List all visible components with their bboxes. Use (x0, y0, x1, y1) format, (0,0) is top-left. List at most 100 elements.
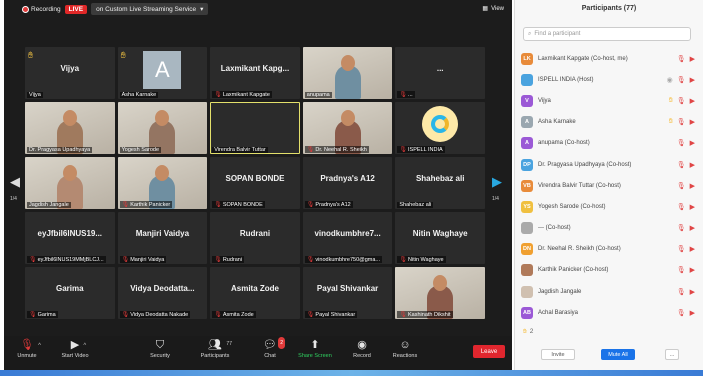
video-tile[interactable]: Rudrani 🎙︎ Rudrani (210, 212, 300, 264)
unmute-button[interactable]: 🎙︎ ^ Unmute (6, 339, 48, 359)
video-tile[interactable]: Jagdish Jangale (25, 157, 115, 209)
tile-name: Pradnya's A12 (320, 173, 375, 183)
video-off-icon[interactable]: ▶︎ (690, 76, 695, 84)
tile-label: 🎙︎ Manjiri Vaidya (119, 256, 167, 263)
view-button[interactable]: ▦ View (482, 5, 504, 13)
meeting-window: Recording LIVE on Custom Live Streaming … (4, 0, 512, 370)
participant-status-icons: 🎙︎ ▶︎ (677, 182, 695, 190)
participant-row[interactable]: A Asha Karnake ✋︎ 🎙︎ ▶︎ (521, 112, 701, 133)
video-tile[interactable]: Pradnya's A12 🎙︎ Pradnya's A12 (302, 157, 393, 209)
mic-muted-icon[interactable]: 🎙︎ (677, 224, 686, 232)
video-off-icon[interactable]: ▶︎ (690, 55, 695, 63)
video-off-icon[interactable]: ▶︎ (690, 182, 695, 190)
participant-row[interactable]: VB Virendra Balvir Tuttar (Co-host) 🎙︎ ▶︎ (521, 175, 701, 196)
participant-row[interactable]: V Vijya ✋︎ 🎙︎ ▶︎ (521, 90, 701, 111)
video-off-icon[interactable]: ▶︎ (690, 118, 695, 126)
more-options-button[interactable]: ... (665, 349, 679, 360)
video-tile[interactable]: A ✋︎ Asha Karnake (117, 47, 208, 99)
share-screen-button[interactable]: ⬆ Share Screen (294, 339, 336, 359)
start-video-button[interactable]: ▶︎ ^ Start Video (54, 339, 96, 359)
mic-muted-icon[interactable]: 🎙︎ (677, 245, 686, 253)
participant-row[interactable]: Karthik Panicker (Co-host) 🎙︎ ▶︎ (521, 260, 701, 281)
video-tile[interactable]: Payal Shivankar 🎙︎ Payal Shivankar (302, 267, 393, 319)
participant-row[interactable]: DN Dr. Neehal R. Sheikh (Co-host) 🎙︎ ▶︎ (521, 239, 701, 260)
video-tile[interactable]: anupama (302, 47, 393, 99)
record-button[interactable]: ◉ Record (341, 339, 383, 359)
tile-label-text: SOPAN BONDE (222, 201, 263, 208)
participant-row[interactable]: ISPELL INDIA (Host) ◉ 🎙︎ ▶︎ (521, 69, 701, 90)
video-off-icon[interactable]: ▶︎ (690, 288, 695, 296)
tile-label: 🎙︎ Pradnya's A12 (304, 201, 353, 208)
grid-icon: ▦ (482, 6, 489, 12)
tile-label-text: Pradnya's A12 (315, 201, 351, 208)
stream-dropdown[interactable]: on Custom Live Streaming Service ▾ (91, 3, 209, 15)
mic-muted-icon[interactable]: 🎙︎ (677, 139, 686, 147)
recording-label: Recording (31, 5, 61, 13)
video-off-icon[interactable]: ▶︎ (690, 266, 695, 274)
video-tile[interactable]: Yogesh Sarode (117, 102, 208, 154)
video-off-icon[interactable]: ▶︎ (690, 139, 695, 147)
participants-button[interactable]: 👥︎ 77 Participants (194, 339, 236, 359)
video-tile[interactable]: eyJfbil6lNUS19... 🎙︎ eyJfbil6lNUS19MMjBLCJ… (25, 212, 115, 264)
video-off-icon[interactable]: ▶︎ (690, 161, 695, 169)
participant-row[interactable]: LK Laxmikant Kapgate (Co-host, me) 🎙︎ ▶︎ (521, 48, 701, 69)
tile-label: Shahebaz ali (397, 202, 434, 208)
leave-button[interactable]: Leave (473, 345, 505, 358)
video-tile[interactable]: Shahebaz ali Shahebaz ali (395, 157, 485, 209)
video-tile[interactable]: Manjiri Vaidya 🎙︎ Manjiri Vaidya (117, 212, 208, 264)
video-tile[interactable]: Garima 🎙︎ Garima (25, 267, 115, 319)
mute-all-button[interactable]: Mute All (601, 349, 635, 360)
reactions-button[interactable]: ☺ Reactions (384, 339, 426, 359)
shield-icon: ⛉ (155, 339, 165, 351)
mic-muted-icon[interactable]: 🎙︎ (677, 118, 686, 126)
participant-row[interactable]: --- (Co-host) 🎙︎ ▶︎ (521, 218, 701, 239)
record-dot-icon (22, 5, 29, 13)
mic-muted-icon[interactable]: 🎙︎ (677, 266, 686, 274)
participant-name: ISPELL INDIA (Host) (538, 76, 594, 83)
mic-muted-icon[interactable]: 🎙︎ (677, 182, 686, 190)
security-button[interactable]: ⛉ Security (139, 339, 181, 359)
video-tile[interactable]: 🎙︎ Kashinath Dikshit (395, 267, 485, 319)
video-tile[interactable]: 🎙︎ Karthik Panicker (117, 157, 208, 209)
mic-muted-icon[interactable]: 🎙︎ (677, 288, 686, 296)
participant-status-icons: 🎙︎ ▶︎ (677, 224, 695, 232)
participant-row[interactable]: Aanupama (Co-host) 🎙︎ ▶︎ (521, 133, 701, 154)
mic-muted-icon[interactable]: 🎙︎ (677, 161, 686, 169)
video-tile[interactable]: Asmita Zode 🎙︎ Asmita Zode (210, 267, 300, 319)
tile-label-text: Shahebaz ali (399, 202, 432, 208)
mic-muted-icon[interactable]: 🎙︎ (677, 55, 686, 63)
video-tile[interactable]: Vijya ✋︎ Vijya (25, 47, 115, 99)
video-tile[interactable]: vinodkumbhre7... 🎙︎ vinodkumbhre750@gma... (302, 212, 393, 264)
participant-row[interactable]: DP Dr. Pragyasa Upadhyaya (Co-host) 🎙︎ ▶︎ (521, 154, 701, 175)
chat-button[interactable]: 💬︎ 2 Chat (249, 337, 291, 359)
invite-button[interactable]: Invite (541, 349, 575, 360)
tile-label-text: Virendra Balvir Tuttar (214, 147, 266, 153)
hand-icon: ✋︎ (523, 328, 527, 335)
mic-muted-icon[interactable]: 🎙︎ (677, 76, 686, 84)
next-page-arrow-icon[interactable]: ▶ (492, 174, 502, 190)
mic-muted-icon[interactable]: 🎙︎ (677, 203, 686, 211)
video-tile[interactable]: Dr. Pragyasa Upadhyaya (25, 102, 115, 154)
video-tile[interactable]: Laxmikant Kapg... 🎙︎ Laxmikant Kapgate (210, 47, 300, 99)
video-off-icon[interactable]: ▶︎ (690, 309, 695, 317)
video-tile[interactable]: ... 🎙︎... (395, 47, 485, 99)
participant-row[interactable]: Jagdish Jangale 🎙︎ ▶︎ (521, 281, 701, 302)
video-off-icon[interactable]: ▶︎ (690, 245, 695, 253)
participant-row[interactable]: YS Yogesh Sarode (Co-host) 🎙︎ ▶︎ (521, 196, 701, 217)
video-tile[interactable]: SOPAN BONDE 🎙︎ SOPAN BONDE (210, 157, 300, 209)
prev-page-arrow-icon[interactable]: ◀ (10, 174, 20, 190)
video-off-icon[interactable]: ▶︎ (690, 97, 695, 105)
video-tile[interactable]: Virendra Balvir Tuttar (210, 102, 300, 154)
video-off-icon[interactable]: ▶︎ (690, 203, 695, 211)
video-tile[interactable]: Vidya Deodatta... 🎙︎ Vidya Deodatta Nakade (117, 267, 208, 319)
mic-muted-icon[interactable]: 🎙︎ (677, 97, 686, 105)
mic-muted-icon: 🎙︎ (399, 312, 408, 318)
participants-panel: Participants (77) ⌕ Find a participant LK… (514, 0, 703, 372)
video-off-icon[interactable]: ▶︎ (690, 224, 695, 232)
tile-name: ... (436, 63, 444, 73)
video-tile[interactable]: Nitin Waghaye 🎙︎ Nitin Waghaye (395, 212, 485, 264)
mic-muted-icon[interactable]: 🎙︎ (677, 309, 686, 317)
video-tile[interactable]: 🎙︎ Dr. Neehal R. Sheikh (302, 102, 393, 154)
video-tile[interactable]: 🎙︎ ISPELL INDIA (395, 102, 485, 154)
participant-search-input[interactable]: ⌕ Find a participant (523, 27, 691, 41)
